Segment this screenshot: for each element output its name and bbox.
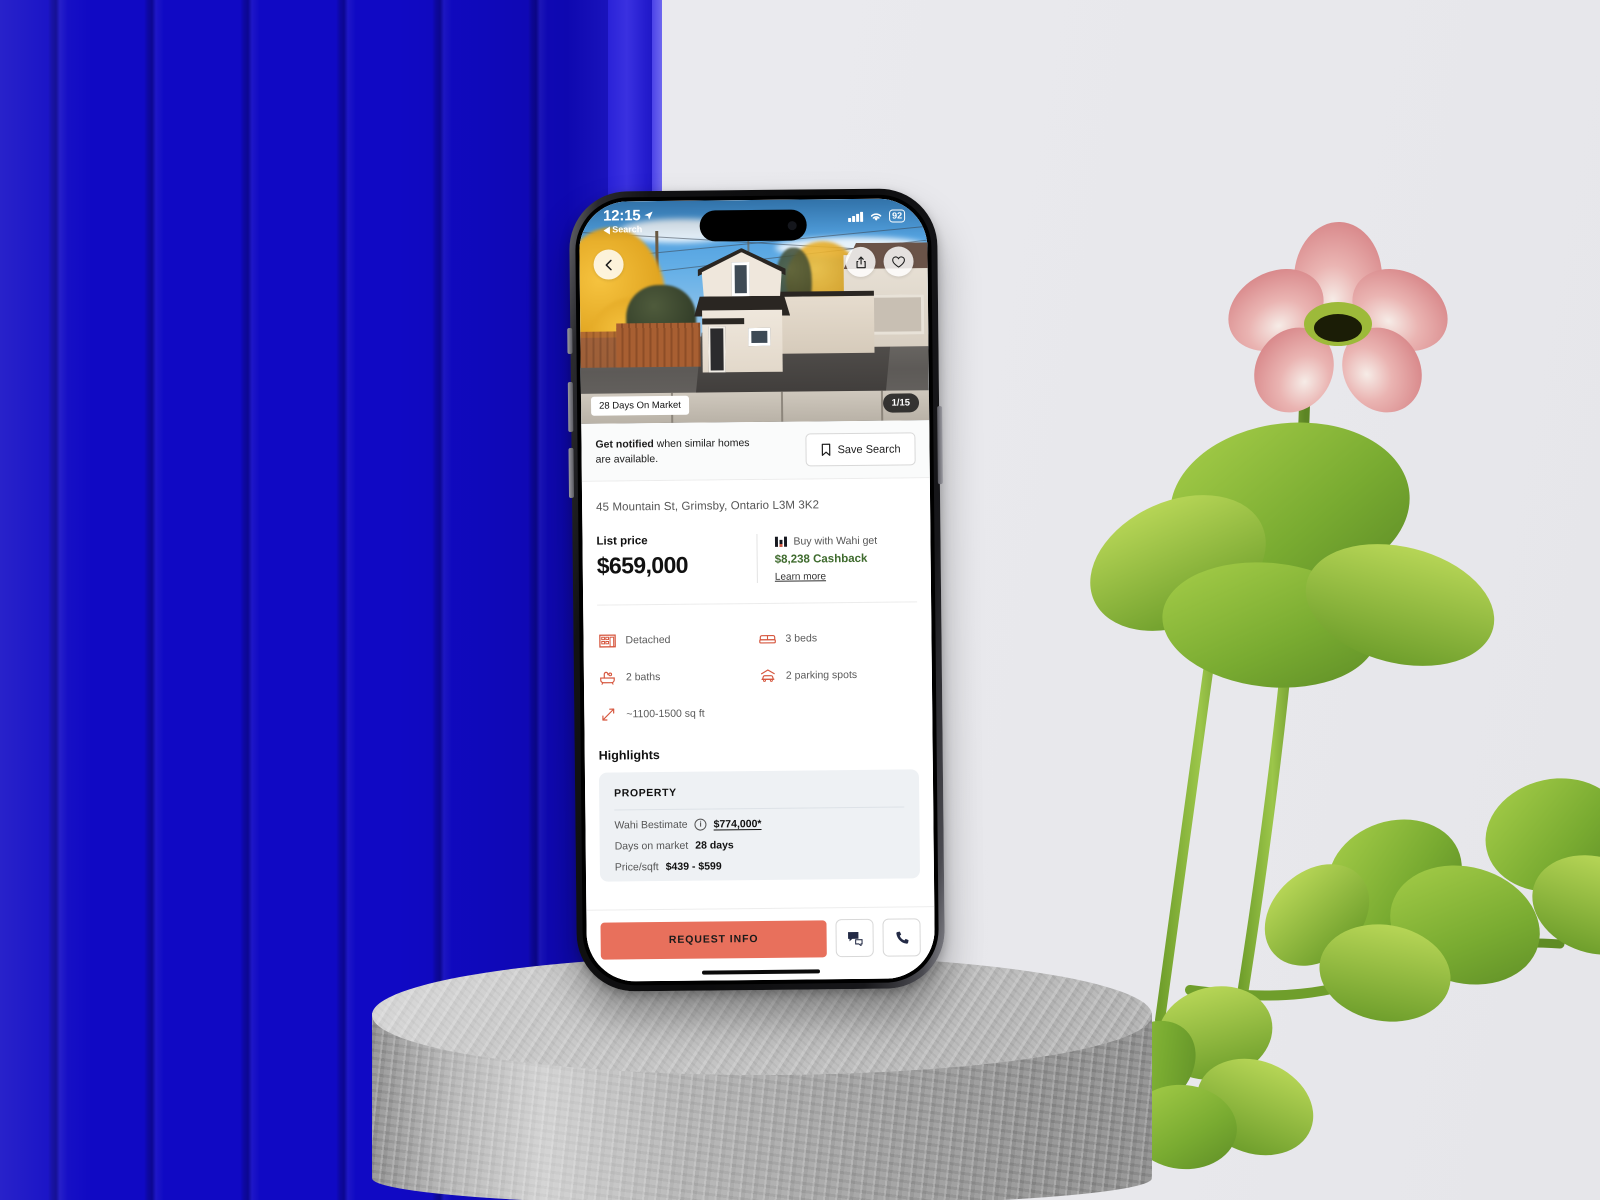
status-time: 12:15 [602,207,641,225]
highlight-value: $439 - $599 [665,860,722,873]
save-search-button[interactable]: Save Search [805,432,916,467]
cashback-amount-line: $8,238 Cashback [775,553,878,566]
chat-button[interactable] [835,918,874,958]
cashback-lead-text: Buy with Wahi get [793,534,878,548]
chat-bubbles-icon [847,932,863,947]
front-camera-icon [787,220,797,230]
list-price-label: List price [596,535,648,548]
wahi-logo-icon [774,536,788,547]
feature-label: Detached [625,633,671,646]
area-arrows-icon [598,704,617,723]
feature-label: 2 baths [625,670,661,683]
share-button[interactable] [845,246,876,278]
list-price-block: List price $659,000 [596,534,757,585]
request-info-button[interactable]: REQUEST INFO [600,919,827,960]
dynamic-island [699,209,807,242]
phone-icon [895,931,909,944]
learn-more-link[interactable]: Learn more [775,571,878,583]
status-bar-right: 92 [848,205,906,223]
notify-text: Get notified when similar homes are avai… [595,435,765,467]
feature-item-detached: Detached [597,620,757,659]
status-bar-left: 12:15 Search [602,207,655,235]
highlight-label: Days on market [614,839,689,853]
favorite-button[interactable] [883,246,914,277]
price-section: List price $659,000 Buy with Wahi get $8… [596,510,917,604]
home-indicator-bar [586,962,936,982]
property-features-grid: Detached 3 beds 2 baths 2 parking spots … [597,602,918,740]
feature-item-parking: 2 parking spots [758,655,918,694]
photo-counter-badge[interactable]: 1/15 [882,393,920,413]
listing-details-scroll[interactable]: 45 Mountain St, Grimsby, Ontario L3M 3K2… [581,478,935,910]
car-parking-icon [758,666,777,685]
location-arrow-icon [644,211,654,220]
highlights-card: PROPERTY Wahi Bestimate i $774,000* Days… [598,769,921,882]
heart-icon [892,255,905,268]
wifi-icon [870,213,882,221]
property-address: 45 Mountain St, Grimsby, Ontario L3M 3K2 [596,499,820,514]
battery-indicator: 92 [889,209,906,223]
cashback-block: Buy with Wahi get $8,238 Cashback Learn … [756,532,878,584]
volume-up-button[interactable] [567,381,574,432]
power-button[interactable] [937,406,943,485]
phone-screen: 12:15 Search 92 28 Days On Market 1/15 G… [578,198,936,982]
highlights-section-header: PROPERTY [614,784,905,811]
share-icon [855,256,866,268]
back-app-label: Search [612,224,643,235]
wahi-listing-app: 12:15 Search 92 28 Days On Market 1/15 G… [578,198,936,982]
status-time-group: 12:15 [602,207,655,225]
phone-bezel: 12:15 Search 92 28 Days On Market 1/15 G… [574,194,940,986]
highlight-row-bestimate: Wahi Bestimate i $774,000* [614,807,904,832]
volume-down-button[interactable] [568,447,575,498]
back-triangle-icon [603,226,610,235]
home-indicator[interactable] [701,969,821,975]
highlight-label: Wahi Bestimate [614,818,688,832]
highlight-label: Price/sqft [614,861,659,874]
feature-item-sqft: ~1100-1500 sq ft [598,694,758,733]
notify-bold: Get notified [595,437,654,451]
back-button[interactable] [593,249,624,280]
save-search-label: Save Search [837,442,901,456]
stone-podium [372,955,1152,1200]
chevron-left-icon [605,259,612,270]
bathtub-icon [598,667,617,686]
save-search-banner: Get notified when similar homes are avai… [581,420,930,482]
feature-label: ~1100-1500 sq ft [626,707,705,720]
cellular-signal-icon [848,211,864,222]
call-button[interactable] [882,918,921,957]
highlight-row-days: Days on market 28 days [615,828,905,852]
bed-icon [757,629,776,648]
highlight-row-price-sqft: Price/sqft $439 - $599 [615,849,905,873]
building-detached-icon [597,630,616,649]
info-icon[interactable]: i [694,818,707,831]
bookmark-icon [821,443,831,456]
feature-label: 3 beds [785,631,818,645]
cashback-amount: $8,238 [774,553,810,566]
highlight-value: 28 days [695,839,734,852]
cashback-suffix: Cashback [809,552,868,566]
silence-switch[interactable] [567,327,573,354]
back-to-app-link[interactable]: Search [603,224,643,235]
listing-action-bar: REQUEST INFO [586,906,935,966]
feature-item-baths: 2 baths [598,657,758,696]
feature-label: 2 parking spots [785,668,858,682]
days-on-market-badge: 28 Days On Market [590,395,690,416]
iphone-device: 12:15 Search 92 28 Days On Market 1/15 G… [567,188,946,992]
highlights-title: Highlights [598,748,660,763]
cashback-lead: Buy with Wahi get [774,535,877,548]
product-photo-scene: 12:15 Search 92 28 Days On Market 1/15 G… [0,0,1600,1200]
list-price-value: $659,000 [596,551,689,579]
highlight-value: $774,000* [713,817,762,831]
feature-item-beds: 3 beds [757,618,917,657]
